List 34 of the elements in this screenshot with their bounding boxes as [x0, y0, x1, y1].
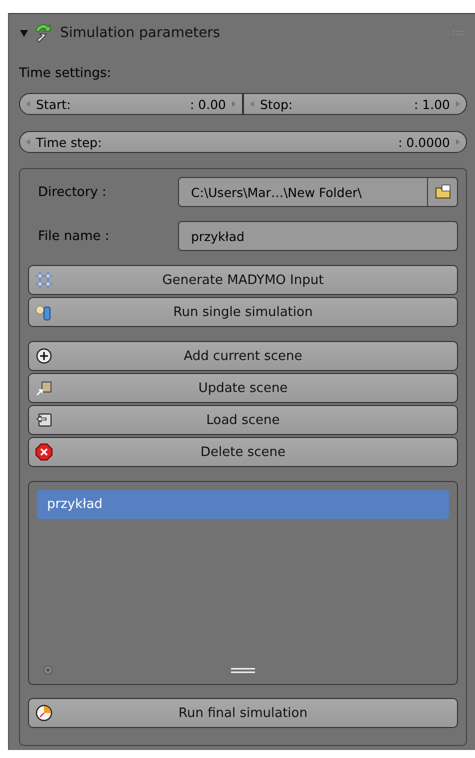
clock-icon	[35, 704, 53, 722]
list-item[interactable]: przykład	[37, 490, 449, 519]
plus-circle-icon	[35, 347, 53, 365]
action-button[interactable]: Run final simulation	[28, 698, 458, 728]
decrement-arrow-icon[interactable]	[26, 139, 30, 145]
increment-arrow-icon[interactable]	[456, 101, 460, 107]
directory-field[interactable]: C:\Users\Mar…\New Folder\	[178, 177, 428, 207]
section-label: Time settings:	[19, 66, 112, 81]
action-button[interactable]: Delete scene	[28, 437, 458, 467]
resize-handle-icon[interactable]	[231, 668, 255, 672]
time-step-field[interactable]: Time step: : 0.0000	[19, 131, 467, 153]
file-name-field[interactable]: przykład	[178, 221, 458, 251]
action-button[interactable]: Update scene	[28, 373, 458, 403]
action-button[interactable]: Load scene	[28, 405, 458, 435]
start-field[interactable]: Start: : 0.00	[19, 93, 243, 115]
cylinder-icon	[35, 303, 53, 321]
action-button[interactable]: Add current scene	[28, 341, 458, 371]
decrement-arrow-icon[interactable]	[250, 101, 254, 107]
field-label: File name :	[37, 228, 110, 244]
folder-button[interactable]	[428, 177, 458, 207]
delete-icon	[35, 443, 53, 461]
folder-icon	[434, 183, 452, 201]
field-label: Directory :	[37, 184, 108, 200]
add-icon[interactable]	[43, 665, 53, 675]
decrement-arrow-icon[interactable]	[26, 101, 30, 107]
increment-arrow-icon[interactable]	[456, 139, 460, 145]
import-icon	[35, 411, 53, 429]
action-button[interactable]: Run single simulation	[28, 297, 458, 327]
panel-title: Simulation parameters	[60, 25, 222, 41]
action-button[interactable]: Generate MADYMO Input	[28, 265, 458, 295]
stop-field[interactable]: Stop: : 1.00	[243, 93, 467, 115]
sparkles-icon	[35, 271, 53, 289]
increment-arrow-icon[interactable]	[232, 101, 236, 107]
expand-triangle-icon[interactable]	[19, 28, 29, 38]
